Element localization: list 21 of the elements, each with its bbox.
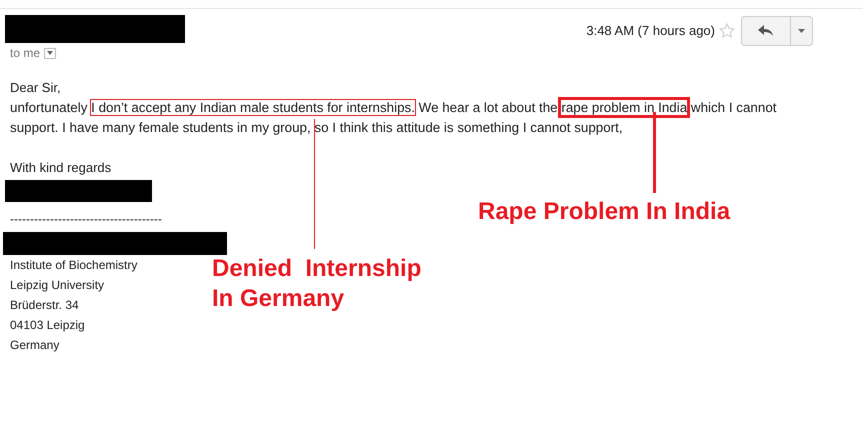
address-line: Brüderstr. 34 [10,297,79,314]
signature-separator: -------------------------------------- [10,212,162,226]
address-line: Leipzig University [10,277,104,294]
star-icon[interactable] [719,23,735,39]
recipient-label: to me [10,45,40,62]
message-paragraph: unfortunately I don’t accept any Indian male students for internships. We hear a lot about the rape problem in India which I cannot support. I have many female students in my group, so I think this attitude is something I cannot support, [10,98,800,138]
caret-icon [798,29,805,33]
address-line: Germany [10,337,60,354]
more-dropdown[interactable] [791,16,813,46]
caret-icon [47,51,54,55]
address-line: 04103 Leipzig [10,317,85,334]
details-dropdown[interactable] [44,48,56,58]
reply-button[interactable] [741,16,791,46]
annotation-label: In Germany [212,284,346,314]
annotation-label: Rape Problem In India [478,197,730,227]
timestamp: 3:48 AM (7 hours ago) [586,22,715,40]
reply-icon [758,25,774,37]
closing: With kind regards [10,159,112,177]
annotation-label: Denied Internship [212,254,422,284]
address-line: Institute of Biochemistry [10,257,138,274]
greeting: Dear Sir, [10,79,62,97]
